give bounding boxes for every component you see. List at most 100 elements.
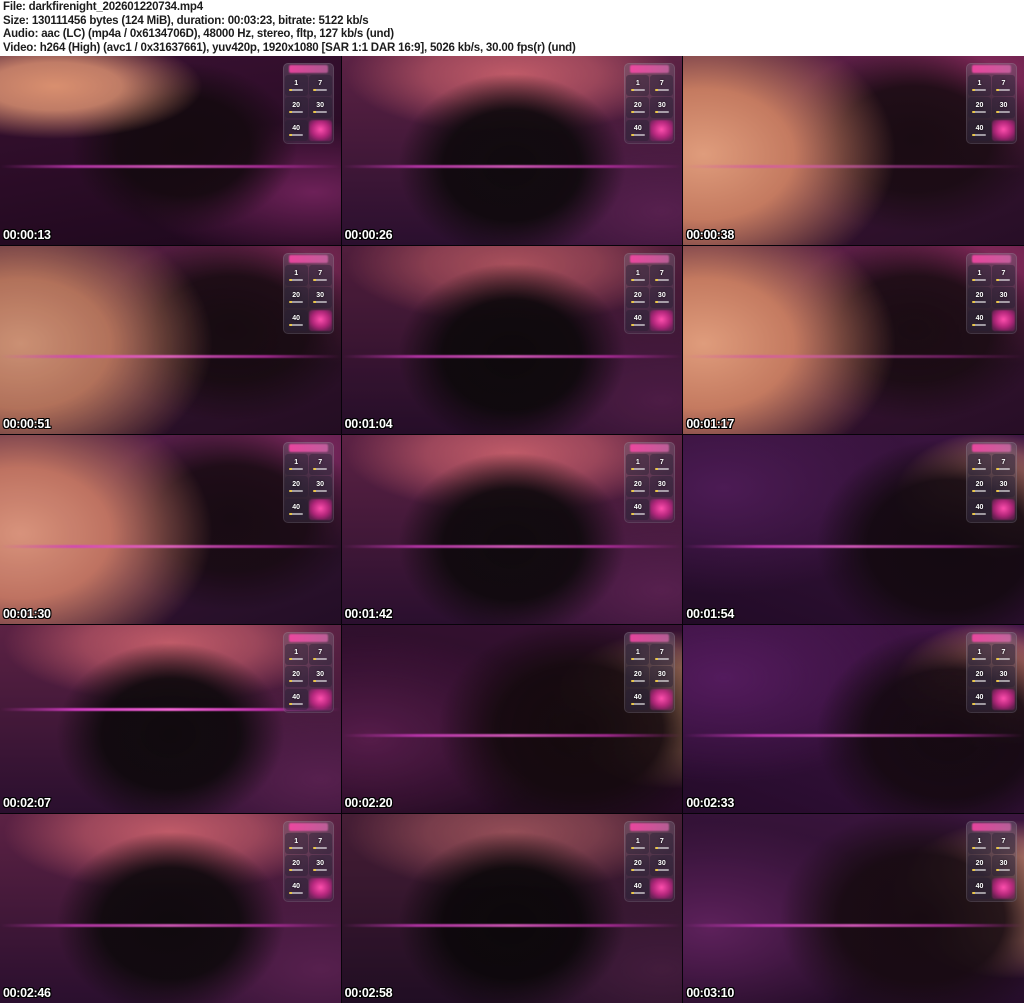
tip-menu-title-bar: [971, 823, 1011, 832]
tip-menu-tile: 20: [967, 286, 991, 308]
tip-menu-button: [991, 688, 1015, 710]
tip-menu-overlay: 1 7 20 30 40: [624, 821, 676, 903]
tip-menu-title-bar: [630, 633, 670, 642]
tip-menu-tile: 30: [650, 855, 674, 877]
tip-menu-bottom-row: 40: [283, 877, 334, 900]
led-strip-glow: [0, 354, 341, 358]
led-strip-glow: [0, 923, 341, 927]
tip-menu-tiles: 1 7 20 30: [283, 832, 334, 877]
tip-menu-button: [650, 499, 674, 521]
tip-menu-tile: 30: [991, 286, 1015, 308]
tip-menu-tile: 40: [626, 688, 650, 710]
tip-menu-tile: 20: [626, 97, 650, 118]
tip-menu-button: [991, 878, 1015, 900]
tip-menu-title-bar: [630, 823, 670, 832]
video-thumbnail: 1 7 20 30 40 00:02:33: [683, 624, 1024, 814]
tip-menu-tile: 30: [308, 855, 332, 877]
tip-menu-tiles: 1 7 20 30: [283, 264, 334, 309]
video-thumbnail: 1 7 20 30 40 00:01:54: [683, 435, 1024, 624]
tip-menu-overlay: 1 7 20 30 40: [624, 631, 676, 713]
tip-menu-tile: 20: [284, 476, 308, 498]
tip-menu-tile: 7: [308, 75, 332, 96]
tip-menu-tile: 1: [967, 643, 991, 665]
tip-menu-tile: 30: [308, 286, 332, 308]
tip-menu-tile: 30: [650, 665, 674, 687]
video-thumbnail: 1 7 20 30 40 00:02:20: [341, 624, 683, 814]
tip-menu-button: [308, 688, 332, 710]
tip-menu-overlay: 1 7 20 30 40: [624, 63, 676, 144]
led-strip-glow: [341, 544, 683, 548]
timestamp-overlay: 00:00:38: [686, 227, 734, 242]
timestamp-overlay: 00:02:20: [344, 796, 393, 811]
tip-menu-tiles: 1 7 20 30: [624, 264, 675, 309]
tip-menu-tile: 20: [626, 855, 650, 877]
led-strip-glow: [0, 544, 341, 548]
tip-menu-overlay: 1 7 20 30 40: [965, 442, 1017, 524]
led-strip-glow: [683, 544, 1024, 548]
video-thumbnail: 1 7 20 30 40 00:02:58: [341, 814, 683, 1003]
tip-menu-bottom-row: 40: [283, 309, 334, 332]
tip-menu-overlay: 1 7 20 30 40: [282, 63, 334, 144]
tip-menu-tile: 1: [626, 75, 650, 96]
tip-menu-tiles: 1 7 20 30: [966, 74, 1017, 119]
tip-menu-button: [991, 120, 1015, 141]
tip-menu-tile: 1: [284, 75, 308, 96]
tip-menu-tile: 20: [967, 855, 991, 877]
tip-menu-tiles: 1 7 20 30: [966, 832, 1017, 877]
timestamp-overlay: 00:00:51: [3, 417, 51, 432]
tip-menu-tile: 20: [626, 665, 650, 687]
led-strip-glow: [0, 165, 341, 169]
timestamp-overlay: 00:02:33: [686, 796, 734, 811]
tip-menu-bottom-row: 40: [283, 498, 334, 521]
tip-menu-tile: 7: [991, 264, 1015, 286]
timestamp-overlay: 00:00:13: [3, 227, 51, 242]
tip-menu-bottom-row: 40: [624, 498, 675, 521]
tip-menu-tile: 30: [650, 476, 674, 498]
tip-menu-overlay: 1 7 20 30 40: [965, 252, 1017, 334]
tip-menu-tile: 40: [967, 878, 991, 900]
tip-menu-tile: 7: [991, 454, 1015, 476]
timestamp-overlay: 00:01:42: [344, 606, 393, 621]
tip-menu-tiles: 1 7 20 30: [624, 74, 675, 119]
tip-menu-tile: 40: [284, 309, 308, 331]
timestamp-overlay: 00:02:07: [3, 796, 51, 811]
tip-menu-tile: 20: [284, 286, 308, 308]
video-thumbnail: 1 7 20 30 40 00:00:51: [0, 245, 341, 435]
tip-menu-title-bar: [288, 823, 328, 832]
video-thumbnail: 1 7 20 30 40 00:01:30: [0, 435, 341, 624]
tip-menu-tile: 1: [626, 454, 650, 476]
tip-menu-bottom-row: 40: [966, 877, 1017, 900]
timestamp-overlay: 00:01:04: [344, 417, 393, 432]
tip-menu-tile: 1: [284, 833, 308, 855]
tip-menu-tile: 30: [308, 665, 332, 687]
timestamp-overlay: 00:02:58: [344, 986, 393, 1000]
tip-menu-tile: 7: [650, 75, 674, 96]
tip-menu-tile: 20: [967, 665, 991, 687]
tip-menu-tile: 1: [284, 643, 308, 665]
tip-menu-button: [308, 309, 332, 331]
tip-menu-bottom-row: 40: [966, 498, 1017, 521]
tip-menu-tile: 20: [284, 97, 308, 118]
tip-menu-tile: 40: [626, 309, 650, 331]
video-thumbnail: 1 7 20 30 40 00:00:13: [0, 56, 341, 245]
tip-menu-button: [991, 309, 1015, 331]
video-thumbnail: 1 7 20 30 40 00:03:10: [683, 814, 1024, 1003]
led-strip-glow: [683, 354, 1024, 358]
tip-menu-title-bar: [288, 444, 328, 453]
tip-menu-tile: 1: [967, 75, 991, 96]
tip-menu-tile: 40: [626, 499, 650, 521]
tip-menu-bottom-row: 40: [966, 688, 1017, 711]
tip-menu-tile: 40: [967, 309, 991, 331]
tip-menu-tile: 30: [991, 97, 1015, 118]
timestamp-overlay: 00:01:54: [686, 606, 734, 621]
tip-menu-tile: 1: [967, 454, 991, 476]
tip-menu-tile: 1: [284, 264, 308, 286]
tip-menu-title-bar: [971, 444, 1011, 453]
tip-menu-tiles: 1 7 20 30: [624, 453, 675, 498]
media-info-header: File: darkfirenight_202601220734.mp4 Siz…: [0, 0, 1024, 56]
tip-menu-overlay: 1 7 20 30 40: [965, 821, 1017, 903]
video-thumbnail: 1 7 20 30 40 00:00:26: [341, 56, 683, 245]
tip-menu-tile: 30: [308, 97, 332, 118]
tip-menu-tiles: 1 7 20 30: [624, 832, 675, 877]
tip-menu-overlay: 1 7 20 30 40: [282, 442, 334, 524]
